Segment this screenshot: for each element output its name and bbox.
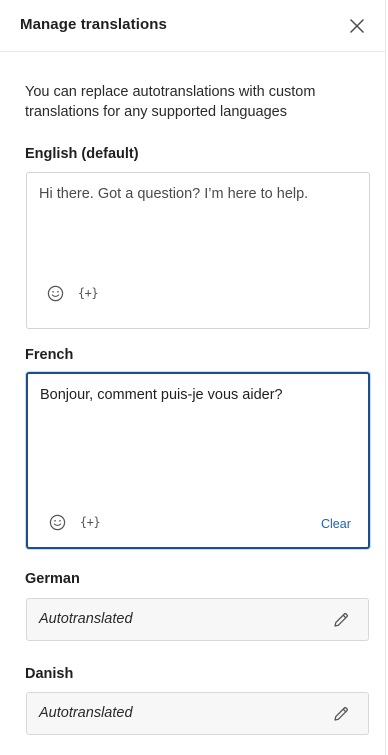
insert-variable-button[interactable]: {+} [76, 283, 100, 303]
danish-label: Danish [25, 666, 74, 682]
emoji-button[interactable] [47, 512, 67, 532]
close-icon [350, 19, 364, 33]
pencil-icon [334, 706, 349, 721]
english-label: English (default) [25, 146, 139, 162]
clear-button[interactable]: Clear [321, 517, 351, 531]
german-translation-field: Autotranslated [26, 598, 369, 641]
emoji-button[interactable] [45, 283, 65, 303]
panel-title: Manage translations [20, 16, 167, 33]
german-translation-status: Autotranslated [39, 611, 133, 627]
german-label: German [25, 571, 80, 587]
intro-text: You can replace autotranslations with cu… [25, 84, 316, 120]
smiley-icon [49, 514, 65, 530]
french-translation-text: Bonjour, comment puis-je vous aider? [40, 387, 283, 403]
panel-header: Manage translations [0, 0, 386, 52]
smiley-icon [47, 285, 63, 301]
manage-translations-panel: Manage translations You can replace auto… [0, 0, 386, 755]
english-translation-text: Hi there. Got a question? I’m here to he… [39, 186, 309, 202]
french-translation-field[interactable]: Bonjour, comment puis-je vous aider? {+}… [26, 372, 370, 549]
insert-variable-button[interactable]: {+} [78, 512, 102, 532]
pencil-icon [334, 612, 349, 627]
edit-danish-button[interactable] [330, 703, 352, 725]
close-button[interactable] [345, 14, 369, 38]
danish-translation-field: Autotranslated [26, 692, 369, 735]
danish-translation-status: Autotranslated [39, 705, 133, 721]
french-label: French [25, 347, 74, 363]
english-translation-field[interactable]: Hi there. Got a question? I’m here to he… [26, 172, 370, 329]
edit-german-button[interactable] [330, 609, 352, 631]
